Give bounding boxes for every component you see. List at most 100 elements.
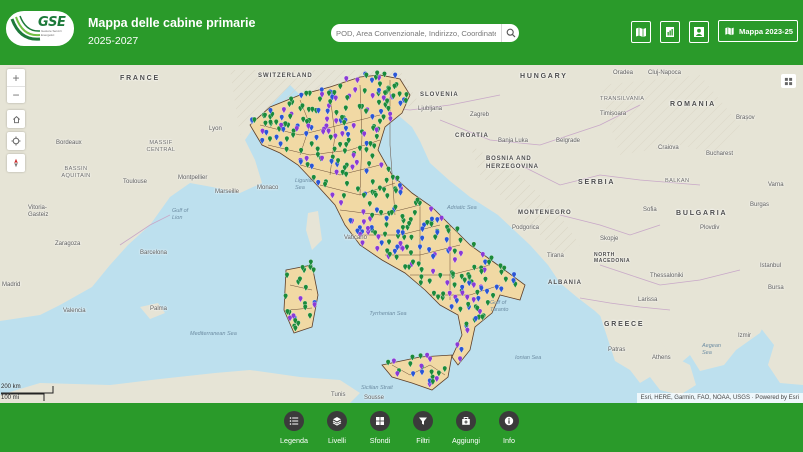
legend-circle [284, 411, 304, 431]
info-button[interactable]: Info [489, 411, 529, 445]
zoom-in-button[interactable]: + [7, 69, 25, 86]
zoom-control: + − [7, 69, 25, 103]
label-massif-central: MASSIF CENTRAL [146, 140, 176, 153]
legend-label: Legenda [280, 436, 308, 445]
label-sousse: Sousse [364, 395, 385, 401]
app-header: GSE Gestore Servizi Energetici Mappa del… [0, 0, 803, 65]
label-tunis: Tunis [331, 392, 346, 398]
label-madrid: Madrid [2, 282, 21, 288]
label-hungary: HUNGARY [520, 73, 568, 80]
label-tyrrhenian-sea: Tyrrhenian Sea [369, 311, 407, 317]
search-box [331, 24, 519, 42]
map-view[interactable]: FRANCE SWITZERLAND SLOVENIA HUNGARY ROMA… [0, 65, 803, 403]
add-data-label: Aggiungi [452, 436, 480, 445]
user-button[interactable] [689, 21, 709, 43]
info-label: Info [503, 436, 515, 445]
label-palma: Palma [150, 306, 168, 312]
map-2023-25-button[interactable]: Mappa 2023-25 [718, 20, 798, 42]
scale-mi: 100 mi [1, 395, 20, 401]
label-thessaloniki: Thessaloniki [650, 273, 684, 279]
label-bursa: Bursa [768, 285, 784, 291]
label-bordeaux: Bordeaux [56, 140, 82, 146]
label-burgas: Burgas [750, 202, 770, 208]
locate-icon [11, 136, 21, 146]
locate-button[interactable] [7, 132, 25, 150]
label-tirana: Tirana [547, 253, 564, 259]
label-montpellier: Montpellier [178, 175, 208, 181]
compass-button[interactable] [7, 154, 25, 172]
label-banja-luka: Banja Luka [498, 138, 529, 144]
scale-km: 200 km [1, 384, 21, 390]
label-bassin-aquitain: BASSIN AQUITAIN [61, 166, 91, 179]
add-data-icon [462, 417, 470, 425]
label-north-macedonia: NORTH MACEDONIA [594, 252, 631, 264]
label-varna: Varna [768, 182, 784, 188]
label-cluj-napoca: Cluj-Napoca [648, 70, 682, 76]
label-craiova: Craiova [658, 145, 679, 151]
label-serbia: SERBIA [578, 179, 616, 186]
label-vitoria-gasteiz: Vitoria-Gasteiz [28, 205, 49, 218]
label-switzerland: SWITZERLAND [258, 73, 313, 79]
label-patras: Patras [608, 347, 626, 353]
filters-label: Filtri [416, 436, 430, 445]
label-toulouse: Toulouse [123, 179, 148, 185]
basemaps-circle [370, 411, 390, 431]
label-bucharest: Bucharest [706, 151, 734, 157]
label-sicilian-strait: Sicilian Strait [361, 385, 393, 391]
search-button[interactable] [501, 24, 519, 42]
zoom-out-button[interactable]: − [7, 86, 25, 103]
label-ljubljana: Ljubljana [418, 106, 443, 112]
label-greece: GREECE [604, 321, 645, 328]
label-athens: Athens [652, 355, 671, 361]
label-balkan: BALKAN [665, 178, 690, 184]
search-input[interactable] [336, 26, 496, 40]
report-icon [666, 27, 674, 37]
label-gulf-of-lion: Gulf of Lion [172, 208, 189, 221]
label-bosnia: BOSNIA AND HERZEGOVINA [486, 156, 539, 170]
info-icon [504, 416, 514, 426]
label-croatia: CROATIA [455, 133, 489, 139]
label-brasov: Brașov [736, 115, 755, 121]
report-button[interactable] [660, 21, 680, 43]
add-data-button[interactable]: Aggiungi [446, 411, 486, 445]
label-larissa: Larissa [638, 297, 658, 303]
label-istanbul: Istanbul [760, 263, 782, 269]
label-transilvania: TRANSILVANIA [600, 96, 645, 102]
layers-icon [332, 417, 342, 426]
label-marseille: Marseille [215, 189, 240, 195]
filter-icon [419, 417, 427, 425]
compass-icon [14, 158, 18, 168]
map-view-button[interactable] [631, 21, 651, 43]
user-icon [694, 27, 704, 37]
label-mediterranean-sea: Mediterranean Sea [190, 331, 237, 337]
legend-button[interactable]: Legenda [274, 411, 314, 445]
label-ligurian-sea: Ligurian Sea [295, 178, 315, 191]
filters-button[interactable]: Filtri [403, 411, 443, 445]
label-sofia: Sofia [643, 207, 657, 213]
gse-logo[interactable]: GSE Gestore Servizi Energetici [6, 11, 74, 46]
search-icon [506, 28, 515, 38]
list-icon [289, 417, 299, 425]
label-ionian-sea: Ionian Sea [515, 355, 542, 361]
basemap-icon [376, 417, 384, 425]
map-icon [725, 27, 734, 36]
layers-label: Livelli [328, 436, 346, 445]
home-button[interactable] [7, 110, 25, 128]
label-romania: ROMANIA [670, 101, 717, 108]
label-france: FRANCE [120, 75, 160, 82]
label-oradea: Oradea [613, 70, 634, 76]
layers-button[interactable]: Livelli [317, 411, 357, 445]
map-attribution: Esri, HERE, Garmin, FAO, NOAA, USGS · Po… [636, 393, 803, 403]
map-icon [636, 27, 646, 37]
label-monaco: Monaco [257, 185, 279, 191]
basemap-gallery-button[interactable] [781, 74, 796, 88]
label-adriatic-sea: Adriatic Sea [447, 205, 477, 211]
map-2023-25-label: Mappa 2023-25 [739, 26, 794, 36]
label-timisoara: Timișoara [600, 111, 627, 117]
logo-subtext: Gestore Servizi Energetici [41, 29, 62, 37]
grid-icon [784, 77, 793, 85]
basemaps-button[interactable]: Sfondi [360, 411, 400, 445]
title-block: Mappa delle cabine primarie 2025-2027 [88, 16, 255, 47]
logo-text: GSE [38, 15, 66, 30]
label-albania: ALBANIA [548, 280, 582, 286]
